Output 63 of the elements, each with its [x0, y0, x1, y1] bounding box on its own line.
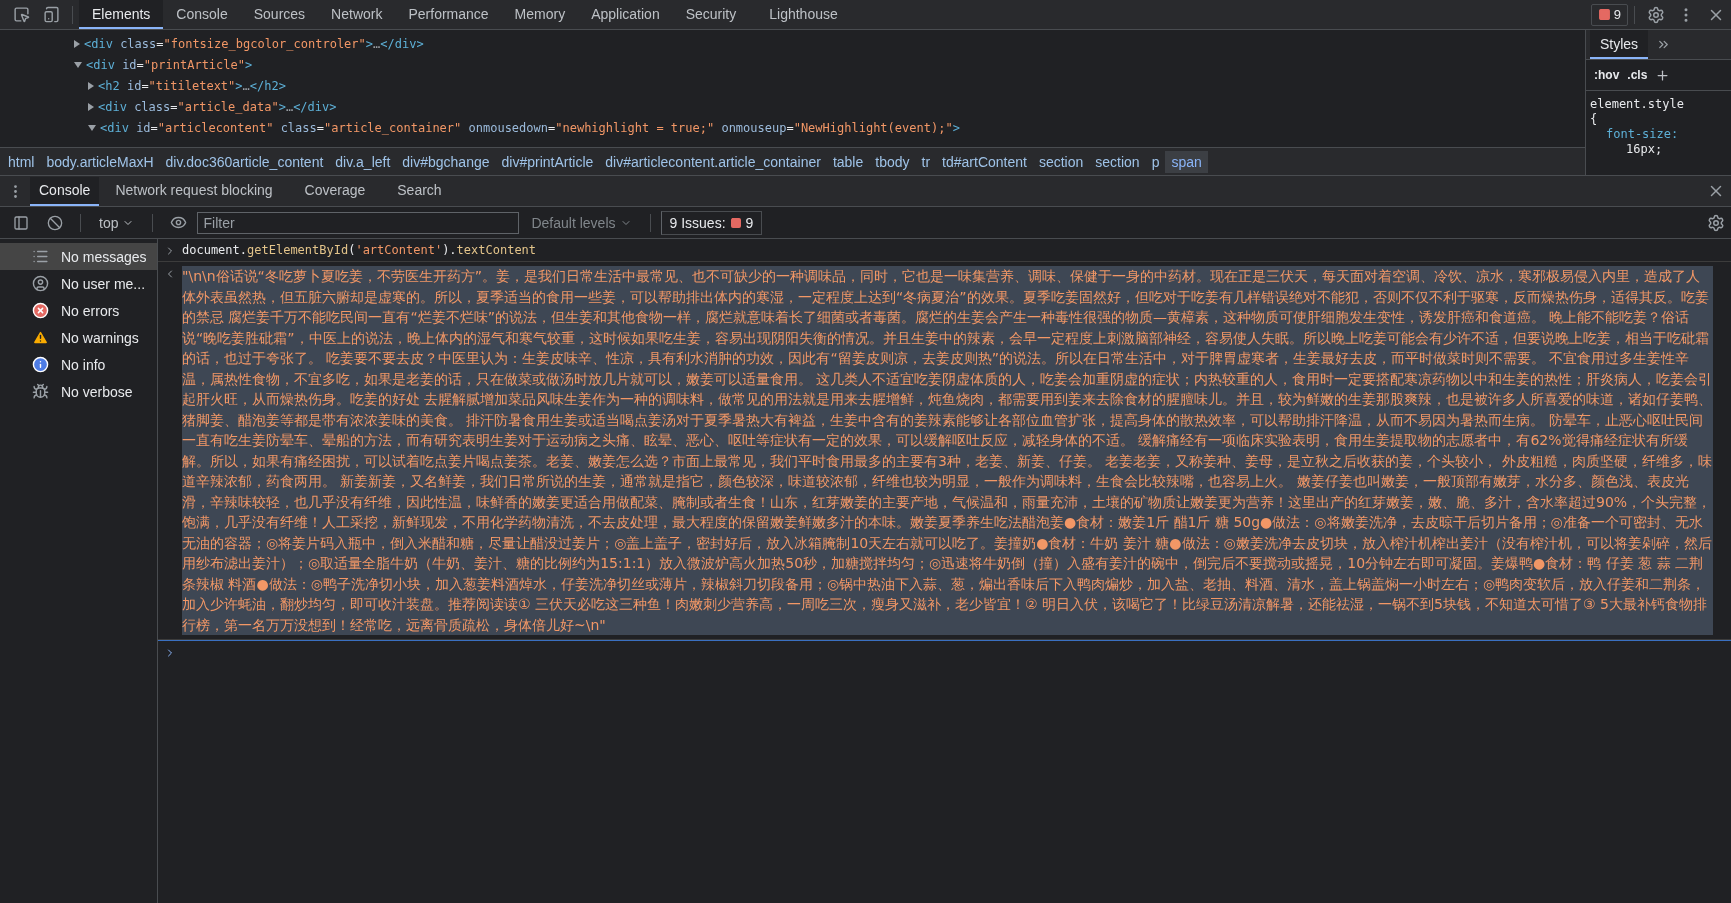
- expand-triangle-icon[interactable]: [74, 39, 80, 48]
- panel-tab[interactable]: Security: [672, 0, 750, 29]
- panel-tab[interactable]: Elements: [79, 0, 164, 29]
- dom-node[interactable]: <div id="printArticle">: [86, 57, 253, 72]
- sidebar-item[interactable]: No warnings: [0, 324, 157, 351]
- dom-node[interactable]: <div class="fontsize_bgcolor_controler">…</div>: [84, 36, 424, 51]
- styles-tab[interactable]: Styles: [1590, 30, 1649, 59]
- breadcrumb[interactable]: div#articlecontent.article_container: [599, 150, 827, 173]
- command-text: document.getElementById('artContent').textContent: [182, 243, 537, 257]
- expand-triangle-icon[interactable]: [88, 81, 94, 90]
- levels-dropdown[interactable]: Default levels: [523, 210, 640, 235]
- breadcrumb[interactable]: div.doc360article_content: [159, 150, 330, 173]
- sidebar-item[interactable]: No messages: [0, 243, 157, 270]
- breadcrumb[interactable]: p: [1145, 150, 1166, 173]
- sidebar-item[interactable]: No info: [0, 351, 157, 378]
- breadcrumb[interactable]: tr: [915, 150, 937, 173]
- info-icon: [32, 356, 49, 373]
- sidebar-item[interactable]: No errors: [0, 297, 157, 324]
- css-value: 16px;: [1625, 142, 1664, 157]
- panel-tab[interactable]: Console: [163, 0, 241, 29]
- expand-triangle-icon[interactable]: [88, 102, 94, 111]
- hover-toggle[interactable]: :hov: [1594, 68, 1620, 82]
- dom-node[interactable]: <div class="article_data">…</div>: [98, 99, 337, 114]
- console-output: "\n\n俗话说“冬吃萝卜夏吃姜，不劳医生开药方”。姜，是我们日常生活中最常见、也不可缺少的一种调味品，同时，它也是一味集营养、调味、保健于一身的中药材。现在正是三伏天，每天面对着空调、冷饮、凉水，寒邪极易侵入内里，造成了人体外表虽然热，但五脏六腑却是虚寒的。所以，夏季适当的食用一些姜，可以帮助排出体内的寒湿，一定程度上达到“冬病夏治”的效果。夏季吃姜固然好，但吃对于吃姜有几样错误绝对不能犯，否则不仅不利于驱寒，反而燥热伤身，适得其反。吃姜的禁忌 腐烂姜千万不能吃民间一直有“烂姜不烂味”的说法，但生姜和其他食物一样，腐烂就意味着长了细菌或者毒菌。腐烂的生姜会产生一种毒性很强的物质—黄樟素，这种物质可使肝细胞发生变性，诱发肝癌和食道癌。 晚上能不能吃姜？俗话说“晚吃姜胜砒霜”，中医上的说法，晚上体内的湿气和寒气较重，这时候如果吃生姜，容易出现阴阳失衡的情况。并且生姜中的辣素，会早一定程度上刺激脑部神经，容易使人失眠。所以晚上吃姜可能会有少许不适，但要说晚上吃姜，相当于吃砒霜的话，也过于夸张了。 吃姜要不要去皮？中医里认为：生姜皮味辛、性凉，具有利水消肿的功效，因此有“留姜皮则凉，去姜皮则热”的说法。所以在日常生活中，对于脾胃虚寒者，生姜最好去皮，而平时做菜时则不需要。 不宜食用过多生姜性辛温，属热性食物，不宜多吃，如果是老姜的话，只在做菜或做汤时放几片就可以，嫩姜可以适量食用。 这几类人不适宜吃姜阴虚体质的人，吃姜会加重阴虚的症状；内热较重的人，食用时一定要搭配寒凉药物以中和生姜的热性；肝炎病人，吃姜会引起肝火旺，从而燥热伤身。吃姜的好处 去腥解腻增加菜品风味生姜作为一种的调味料，做常见的用法就是用来去腥增鲜，炖鱼烧肉，都需要用到姜来去除食材的腥膻味儿。并且，较为鲜嫩的生姜那股爽辣，也是被许多人所喜爱的味道，诸如仔姜鸭、猪脚姜、醋泡姜等都是带有浓浓姜味的美食。 排汗防暑食用生姜或适当喝点姜汤对于夏季暑热大有裨益，生姜中含有的姜辣素能够让各部位血管扩张，提高身体的散热效率，可以帮助排汗降温，从而不易因为暑热而生病。 防晕车，止恶心呕吐民间一直有吃生姜防晕车、晕船的方法，而有研究表明生姜对于运动病之头痛、眩晕、恶心、呕吐等症状有一定的效果，可以缓解呕吐反应，减轻身体的不适。 缓解痛经有一项临床实验表明，食用生姜提取物的志愿者中，有62%觉得痛经症状有所缓解。所以，如果有痛经困扰，可以试着吃点姜片喝点姜茶。老姜、嫩姜怎么选？市面上最常见，我们平时食用最多的主要有3种，老姜、新姜、仔姜。 老姜老姜，又称姜种、姜母，是立秋之后收获的姜，个头较小， 外皮粗糙，肉质坚硬，纤维多，味道辛辣浓郁，药食两用。 新姜新姜，又名鲜姜，我们日常所说的生姜，通常就是指它，颜色较深，味道较浓郁，纤维也较为明显，一般作为调味料，生食会比较辣嘴，也容易上火。 嫩姜仔姜也叫嫩姜，一般顶部有嫩芽，水分多、颜色浅、表皮光滑，辛辣味较轻，也几乎没有纤维，因此性温，味鲜香的嫩姜更适合用做配菜、腌制或者生食！山东，红芽嫩姜的主要产地，气候温和，雨量充沛，土壤的矿物质让嫩姜更为营养！这里出产的红芽嫩姜，嫩、脆、多汁，含水率超过90%，个头完整，饱满，几乎没有纤维！人工采挖，新鲜现发，不用化学药物清洗，不去皮处理，最大程度的保留嫩姜鲜嫩多汁的本味。嫩姜夏季养生吃法醋泡姜●食材：嫩姜1斤 醋1斤 糖 50g●做法：◎将嫩姜洗净，去皮晾干后切片备用；◎准备一个可密封、无水无油的容器；◎将姜片码入瓶中，倒入米醋和糖，尽量让醋没过姜片；◎盖上盖子，密封好后，放入冰箱腌制10天左右就可以吃了。姜撞奶●食材：牛奶 姜汁 糖●做法：◎嫩姜洗净去皮切块，放入榨汁机榨出姜汁（没有榨汁机，可以将姜剁碎，然后用纱布滤出姜汁）；◎取适量全脂牛奶（牛奶、姜汁、糖的比例约为15:1:1）放入微波炉高火加热50秒，加糖搅拌均匀；◎迅速将牛奶倒（撞）入盛有姜汁的碗中，倒完后不要搅动或摇晃，10分钟左右即可凝固。姜爆鸭●食材：鸭 仔姜 葱 蒜 二荆条辣椒 料酒●做法：◎鸭子洗净切小块，加入葱姜料酒焯水，仔姜洗净切丝或薄片，辣椒斜刀切段备用；◎锅中热油下入蒜、葱，煸出香味后下入鸭肉煸炒，加入盐、老抽、料酒、清水，盖上锅盖焖一小时左右；◎鸭肉变软后，放入仔姜和二荆条，加入少许蚝油，翻炒均匀，即可收汁装盘。推荐阅读读① 三伏天必吃这三种鱼！肉嫩刺少营养高，一周吃三次，瘦身又滋补，老少皆宜！② 明日入伏，该喝它了！比绿豆汤清凉解暑，还能祛湿，一锅不到5块钱，不知道太可惜了③ 5大最补钙食物排行榜，第一名万万没想到！经常吃，远离骨质疏松，身体倍儿好~\n": [182, 266, 1713, 635]
- dom-node[interactable]: <h2 id="titiletext">…</h2>: [98, 78, 286, 93]
- breadcrumb[interactable]: span: [1165, 150, 1208, 173]
- panel-tab[interactable]: Performance: [395, 0, 502, 29]
- sidebar-item[interactable]: No verbose: [0, 378, 157, 405]
- class-toggle[interactable]: .cls: [1627, 68, 1648, 82]
- drawer-tab[interactable]: Console: [30, 176, 100, 206]
- css-property: font-size:: [1605, 127, 1680, 142]
- panel-tab[interactable]: Network: [318, 0, 396, 29]
- drawer-tab[interactable]: Network request blocking: [99, 176, 289, 206]
- panel-tab[interactable]: Sources: [240, 0, 319, 29]
- drawer-tab[interactable]: Search: [381, 176, 458, 206]
- warning-icon: [32, 329, 49, 346]
- list-icon: [32, 248, 49, 265]
- breadcrumb[interactable]: html: [2, 150, 41, 173]
- panel-tab[interactable]: Lighthouse: [749, 0, 858, 29]
- panel-tab[interactable]: Memory: [501, 0, 579, 29]
- rule-selector: element.style {: [1589, 96, 1685, 127]
- context-dropdown[interactable]: top: [91, 210, 143, 235]
- drawer-tab[interactable]: Coverage: [288, 176, 382, 206]
- user-icon: [32, 275, 49, 292]
- bug-icon: [32, 383, 49, 400]
- breadcrumb[interactable]: td#artContent: [936, 150, 1033, 173]
- breadcrumb[interactable]: div#bgchange: [396, 150, 496, 173]
- issues-button[interactable]: 9 Issues: 9: [660, 210, 763, 235]
- dom-node[interactable]: <div id="articlecontent" class="article_container" onmousedown="newhighlight = true;" onmouseup="NewHighlight(event);">: [100, 120, 960, 135]
- collapse-triangle-icon[interactable]: [88, 124, 96, 131]
- breadcrumb[interactable]: div.a_left: [329, 150, 397, 173]
- breadcrumb[interactable]: section: [1032, 150, 1090, 173]
- breadcrumb[interactable]: div#printArticle: [495, 150, 600, 173]
- filter-field[interactable]: Filter: [197, 211, 520, 234]
- breadcrumb[interactable]: section: [1089, 150, 1146, 173]
- breadcrumb[interactable]: body.articleMaxH: [40, 150, 160, 173]
- error-count-badge[interactable]: 9: [1590, 3, 1628, 26]
- panel-tab[interactable]: Application: [578, 0, 673, 29]
- breadcrumb[interactable]: tbody: [869, 150, 916, 173]
- add-icon[interactable]: [1655, 67, 1671, 83]
- collapse-triangle-icon[interactable]: [74, 61, 82, 68]
- sidebar-item[interactable]: No user me...: [0, 270, 157, 297]
- breadcrumb[interactable]: table: [826, 150, 870, 173]
